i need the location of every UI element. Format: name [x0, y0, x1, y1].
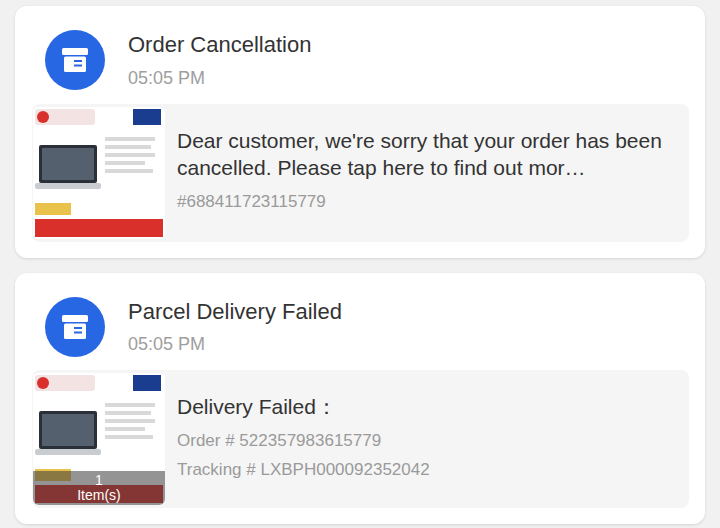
notification-list: Order Cancellation 05:05 PM Dear customer,…	[0, 0, 720, 528]
notification-message: Dear customer, we're sorry that your ord…	[177, 127, 679, 182]
notification-body[interactable]: Dear customer, we're sorry that your ord…	[32, 104, 689, 242]
notification-header: Order Cancellation 05:05 PM	[32, 30, 689, 92]
notification-message: Delivery Failed：	[177, 393, 679, 420]
product-thumbnail[interactable]: 1Item(s)	[33, 373, 165, 505]
notification-detail: Tracking # LXBPH000092352042	[177, 459, 679, 481]
notification-title: Order Cancellation	[128, 31, 311, 60]
notification-header: Parcel Delivery Failed 05:05 PM	[32, 297, 689, 359]
parcel-badge-icon	[45, 297, 105, 357]
header-text: Parcel Delivery Failed 05:05 PM	[128, 297, 342, 359]
notification-time: 05:05 PM	[128, 331, 342, 358]
parcel-icon	[61, 47, 89, 73]
item-count-overlay: 1Item(s)	[33, 471, 165, 505]
parcel-icon	[61, 314, 89, 340]
item-label: Item(s)	[33, 488, 165, 503]
product-thumbnail[interactable]	[33, 107, 165, 239]
notification-detail: #688411723115779	[177, 191, 679, 213]
product-image	[33, 107, 165, 239]
item-count: 1	[33, 473, 165, 488]
notification-time: 05:05 PM	[128, 65, 311, 92]
notification-card[interactable]: Parcel Delivery Failed 05:05 PM 1Item(s) De…	[15, 273, 705, 525]
notification-card[interactable]: Order Cancellation 05:05 PM Dear customer,…	[15, 6, 705, 258]
header-text: Order Cancellation 05:05 PM	[128, 30, 311, 92]
notification-detail: Order # 522357983615779	[177, 430, 679, 452]
notification-body[interactable]: 1Item(s) Delivery Failed： Order # 52235798…	[32, 370, 689, 508]
parcel-badge-icon	[45, 30, 105, 90]
notification-content: Delivery Failed： Order # 522357983615779 T…	[177, 373, 679, 505]
notification-title: Parcel Delivery Failed	[128, 298, 342, 327]
notification-content: Dear customer, we're sorry that your ord…	[177, 107, 679, 239]
